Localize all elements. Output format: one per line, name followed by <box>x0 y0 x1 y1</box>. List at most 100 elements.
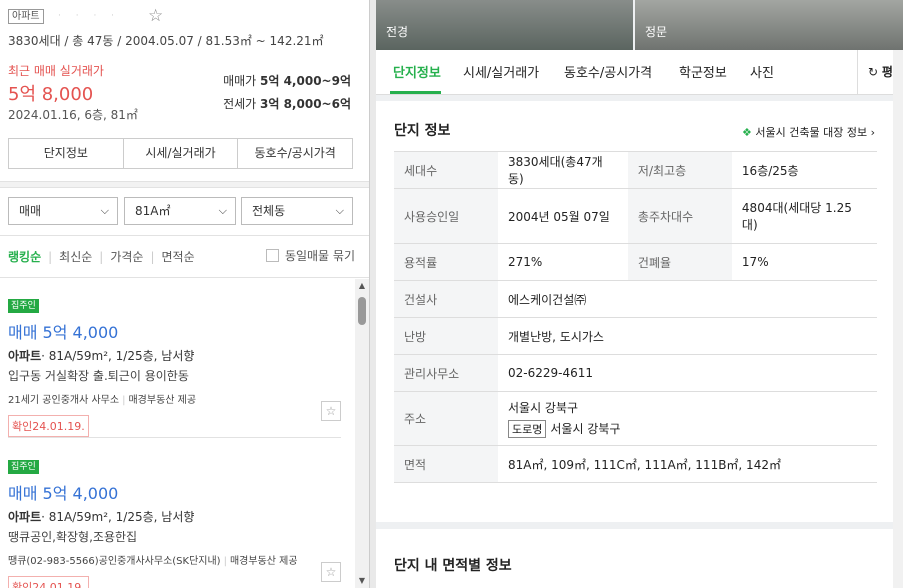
confirm-date-badge: 확인24.01.19. <box>8 576 89 588</box>
listing-panel: 아파트 · · · · ☆ 3830세대 / 총 47동 / 2004.05.0… <box>0 0 370 588</box>
complex-name-redacted: · · · · <box>58 11 121 21</box>
jeonse-price-row: 전세가 3억 8,000~6억 <box>223 95 351 112</box>
list-item[interactable]: 집주인 매매 5억 4,000 아파트· 81A/59m², 1/25층, 남서… <box>8 293 341 437</box>
sale-value: 5억 4,000~9억 <box>260 74 351 88</box>
table-row: 사용승인일 2004년 05월 07일 총주차대수 4804대(세대당 1.25… <box>394 188 877 244</box>
value-bcr: 17% <box>731 243 877 281</box>
address-road: 도로명 서울시 강북구 <box>508 420 867 438</box>
value-far: 271% <box>498 243 628 281</box>
listing-type: 아파트 <box>8 349 42 363</box>
value-office: 02-6229-4611 <box>498 354 877 392</box>
list-item[interactable]: 집주인 매매 5억 4,000 아파트· 81A/59m², 1/25층, 남서… <box>8 454 341 588</box>
label-far: 용적률 <box>394 243 498 281</box>
table-row: 건설사 에스케이건설㈜ <box>394 280 877 318</box>
agent-name: 땡큐(02-983-5566)공인중개사사무소(SK단지내) <box>8 556 221 567</box>
sort-price[interactable]: 가격순 <box>110 248 143 265</box>
scroll-thumb[interactable] <box>358 297 366 325</box>
label-area: 면적 <box>394 445 498 483</box>
detail-scrollbar[interactable] <box>893 50 903 588</box>
photo-label: 전경 <box>386 25 409 39</box>
divider <box>8 437 341 438</box>
tab-unit-price[interactable]: 동호수/공시가격 <box>238 139 352 168</box>
complex-info-table: 세대수 3830세대(총47개동) 저/최고층 16층/25층 사용승인일 20… <box>394 151 877 483</box>
road-address: 서울시 강북구 <box>550 422 621 436</box>
recent-price: 5억 8,000 <box>8 84 94 105</box>
area-select[interactable]: 81A㎡ ⌵ <box>124 197 236 225</box>
value-areas: 81A㎡, 109㎡, 111C㎡, 111A㎡, 111B㎡, 142㎡ <box>498 445 877 483</box>
listing-price: 매매 5억 4,000 <box>8 484 119 503</box>
listing-desc: 입구동 거실확장 출.퇴근이 용이한동 <box>8 369 189 383</box>
value-heating: 개별난방, 도시가스 <box>498 317 877 355</box>
value-households: 3830세대(총47개동) <box>498 151 628 189</box>
tab-complex-info[interactable]: 단지정보 <box>9 139 124 168</box>
label-office: 관리사무소 <box>394 354 498 392</box>
scroll-up-arrow-icon[interactable]: ▲ <box>355 279 369 293</box>
listing-desc: 땡큐공인,확장형,조용한집 <box>8 530 138 544</box>
type-tag: 아파트 <box>8 9 44 24</box>
tab-price[interactable]: 시세/실거래가 <box>463 62 539 81</box>
tab-complex-info[interactable]: 단지정보 <box>393 62 441 81</box>
table-row: 관리사무소 02-6229-4611 <box>394 354 877 392</box>
address-lot: 서울시 강북구 <box>508 401 579 415</box>
section-divider <box>0 181 369 188</box>
listing-agent: 21세기 공인중개사 사무소 | 매경부동산 제공 <box>8 395 197 406</box>
confirm-date-badge: 확인24.01.19. <box>8 415 89 437</box>
sale-label: 매매가 <box>223 74 257 88</box>
table-row: 용적률 271% 건폐율 17% <box>394 243 877 281</box>
provider: 매경부동산 제공 <box>128 395 197 406</box>
table-row: 난방 개별난방, 도시가스 <box>394 317 877 355</box>
recent-price-label: 최근 매매 실거래가 <box>8 64 104 78</box>
sort-latest[interactable]: 최신순 <box>59 248 92 265</box>
area-unit-label: 평 <box>881 65 893 79</box>
label-approval-date: 사용승인일 <box>394 188 498 244</box>
listing-spec: 아파트· 81A/59m², 1/25층, 남서향 <box>8 508 341 525</box>
same-listing-label: 동일매물 묶기 <box>284 249 355 263</box>
favorite-star-icon[interactable]: ☆ <box>148 6 163 26</box>
tab-photos[interactable]: 사진 <box>750 62 774 81</box>
sort-area[interactable]: 면적순 <box>162 248 195 265</box>
photo-gate[interactable]: 정문 <box>635 0 903 50</box>
sort-options: 랭킹순 | 최신순 | 가격순 | 면적순 <box>8 248 195 265</box>
building-registry-label: 서울시 건축물 대장 정보 <box>755 126 868 139</box>
owner-badge: 집주인 <box>8 460 39 474</box>
listing-spec: 아파트· 81A/59m², 1/25층, 남서향 <box>8 347 341 364</box>
tab-school[interactable]: 학군정보 <box>679 62 727 81</box>
value-parking: 4804대(세대당 1.25대) <box>731 188 877 244</box>
chevron-down-icon: ⌵ <box>218 204 227 217</box>
tab-price[interactable]: 시세/실거래가 <box>124 139 239 168</box>
label-address: 주소 <box>394 391 498 446</box>
same-listing-toggle[interactable]: 동일매물 묶기 <box>265 247 355 264</box>
label-floors: 저/최고층 <box>627 151 732 189</box>
section-title: 단지 내 면적별 정보 <box>394 558 512 574</box>
chevron-down-icon: ⌵ <box>335 204 344 217</box>
listing-scrollbar[interactable]: ▲ ▼ <box>355 279 369 588</box>
sort-ranking[interactable]: 랭킹순 <box>8 248 41 265</box>
detail-panel: 전경 정문 단지정보 시세/실거래가 동호수/공시가격 학군정보 사진 ↻ 평 … <box>376 0 903 588</box>
listing-type: 아파트 <box>8 510 42 524</box>
trade-type-value: 매매 <box>19 204 42 218</box>
label-builder: 건설사 <box>394 280 498 318</box>
active-tab-underline <box>390 91 441 94</box>
label-households: 세대수 <box>394 151 498 189</box>
recent-date: 2024.01.16, 6층, 81㎡ <box>8 108 138 122</box>
tab-unit-price[interactable]: 동호수/공시가격 <box>564 62 652 81</box>
value-approval-date: 2004년 05월 07일 <box>498 188 628 244</box>
dong-select[interactable]: 전체동 ⌵ <box>241 197 353 225</box>
table-row: 면적 81A㎡, 109㎡, 111C㎡, 111A㎡, 111B㎡, 142㎡ <box>394 445 877 483</box>
building-registry-link[interactable]: ❖ 서울시 건축물 대장 정보 › <box>742 124 875 140</box>
favorite-star-icon[interactable]: ☆ <box>321 401 341 421</box>
table-row: 주소 서울시 강북구 도로명 서울시 강북구 <box>394 391 877 446</box>
jeonse-value: 3억 8,000~6억 <box>260 97 351 111</box>
trade-type-select[interactable]: 매매 ⌵ <box>8 197 118 225</box>
value-builder: 에스케이건설㈜ <box>498 280 877 318</box>
photo-exterior[interactable]: 전경 <box>376 0 633 50</box>
listing-agent: 땡큐(02-983-5566)공인중개사사무소(SK단지내) | 매경부동산 제공 <box>8 556 298 567</box>
sale-price-row: 매매가 5억 4,000~9억 <box>223 72 351 89</box>
chevron-down-icon: ⌵ <box>100 204 109 217</box>
left-tab-bar: 단지정보 시세/실거래가 동호수/공시가격 <box>8 138 353 169</box>
listing-spec-text: · 81A/59m², 1/25층, 남서향 <box>41 349 195 363</box>
scroll-down-arrow-icon[interactable]: ▼ <box>355 574 369 588</box>
same-listing-checkbox[interactable] <box>265 249 279 262</box>
favorite-star-icon[interactable]: ☆ <box>321 562 341 582</box>
refresh-icon: ↻ <box>868 65 879 79</box>
